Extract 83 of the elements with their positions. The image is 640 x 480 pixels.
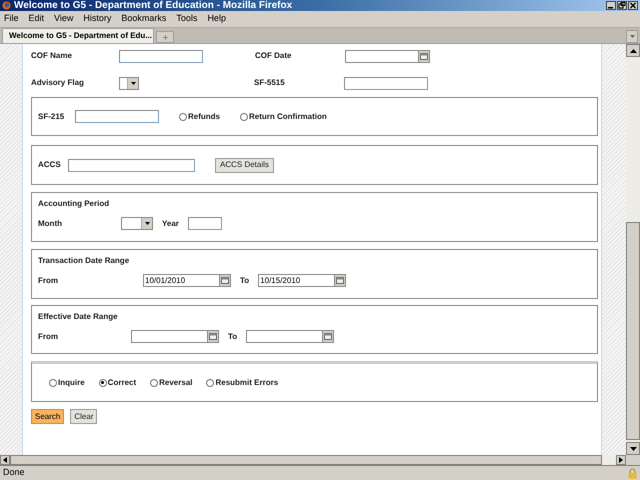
field-label: Year xyxy=(162,218,179,230)
clear-button[interactable]: Clear xyxy=(70,409,98,424)
text-field[interactable] xyxy=(344,76,428,90)
calendar-icon xyxy=(324,333,332,340)
scroll-up-button[interactable] xyxy=(626,44,640,57)
browser-tab[interactable]: Welcome to G5 - Department of Edu... xyxy=(2,28,154,43)
field-label: Advisory Flag xyxy=(31,77,85,89)
calendar-button[interactable] xyxy=(322,330,334,343)
calendar-button[interactable] xyxy=(207,330,219,343)
calendar-button[interactable] xyxy=(334,274,346,287)
details-button[interactable]: ACCS Details xyxy=(215,158,274,172)
search-button[interactable]: Search xyxy=(31,409,64,424)
right-arrow-icon xyxy=(619,457,623,463)
date-field[interactable]: 10/01/2010 xyxy=(143,274,219,287)
radio-label: Reversal xyxy=(159,376,192,388)
radio-button[interactable] xyxy=(240,112,248,120)
section-title: Effective Date Range xyxy=(38,311,119,323)
radio-label: Resubmit Errors xyxy=(215,376,278,388)
vertical-scrollbar[interactable] xyxy=(626,44,640,455)
field-label: SF-215 xyxy=(38,110,66,122)
text-field[interactable] xyxy=(119,50,203,62)
tab-label: Welcome to G5 - Department of Edu... xyxy=(9,30,152,42)
date-field[interactable] xyxy=(345,50,418,62)
calendar-icon xyxy=(336,277,344,284)
field-label: From xyxy=(38,330,59,342)
radio-button[interactable] xyxy=(98,378,107,386)
scroll-down-button[interactable] xyxy=(626,442,640,455)
radio-label: Return Confirmation xyxy=(249,110,327,122)
date-field[interactable] xyxy=(246,330,322,343)
field-label: From xyxy=(38,274,59,286)
caret-icon xyxy=(144,222,150,225)
down-arrow-icon xyxy=(630,446,636,450)
radio-label: Refunds xyxy=(188,110,220,122)
menu-item[interactable]: View xyxy=(54,12,74,26)
field-label: ACCS xyxy=(38,159,62,171)
field-label: To xyxy=(240,274,250,286)
minimize-icon[interactable] xyxy=(606,1,616,10)
radio-button[interactable] xyxy=(179,112,187,120)
new-tab-button[interactable] xyxy=(156,31,174,43)
field-label: COF Name xyxy=(31,50,73,62)
calendar-button[interactable] xyxy=(418,50,430,62)
radio-label: Correct xyxy=(108,376,136,388)
text-field[interactable] xyxy=(75,110,159,123)
window-title: Welcome to G5 - Department of Education - Mozilla Firefox xyxy=(14,0,292,11)
dropdown-icon xyxy=(630,35,634,38)
text-field[interactable] xyxy=(188,217,222,230)
section-title: Accounting Period xyxy=(38,198,110,210)
restore-icon[interactable] xyxy=(617,1,627,10)
field-label: SF-5515 xyxy=(254,77,286,89)
menu-item[interactable]: Tools xyxy=(176,12,198,26)
dropdown[interactable] xyxy=(119,76,139,90)
menu-item[interactable]: Edit xyxy=(28,12,44,26)
left-arrow-icon xyxy=(3,457,7,463)
status-text: Done xyxy=(3,466,25,480)
calendar-icon xyxy=(209,333,217,340)
plus-icon xyxy=(162,34,168,40)
calendar-button[interactable] xyxy=(219,274,231,287)
field-label: Month xyxy=(38,218,63,230)
date-field[interactable] xyxy=(131,330,207,343)
close-icon[interactable] xyxy=(628,1,638,10)
menu-item[interactable]: Help xyxy=(207,12,226,26)
radio-button[interactable] xyxy=(206,378,214,386)
caret-icon xyxy=(130,82,136,84)
field-label: COF Date xyxy=(255,50,292,62)
browser-logo-icon xyxy=(2,1,11,10)
field-label: To xyxy=(228,330,238,342)
radio-button[interactable] xyxy=(150,378,158,386)
date-field[interactable]: 10/15/2010 xyxy=(258,274,334,287)
radio-button[interactable] xyxy=(49,378,57,386)
menu-item[interactable]: History xyxy=(83,12,112,26)
padlock-icon xyxy=(628,468,637,478)
scroll-thumb[interactable] xyxy=(626,222,640,440)
menu-item[interactable]: File xyxy=(4,12,19,26)
radio-label: Inquire xyxy=(58,376,85,388)
tab-list-button[interactable] xyxy=(626,30,638,43)
up-arrow-icon xyxy=(630,48,636,52)
calendar-icon xyxy=(420,52,428,60)
calendar-icon xyxy=(221,277,229,284)
text-field[interactable] xyxy=(68,158,195,172)
section-title: Transaction Date Range xyxy=(38,255,130,267)
scroll-left-button[interactable] xyxy=(0,455,10,465)
scroll-right-button[interactable] xyxy=(616,455,626,465)
menu-item[interactable]: Bookmarks xyxy=(121,12,166,26)
